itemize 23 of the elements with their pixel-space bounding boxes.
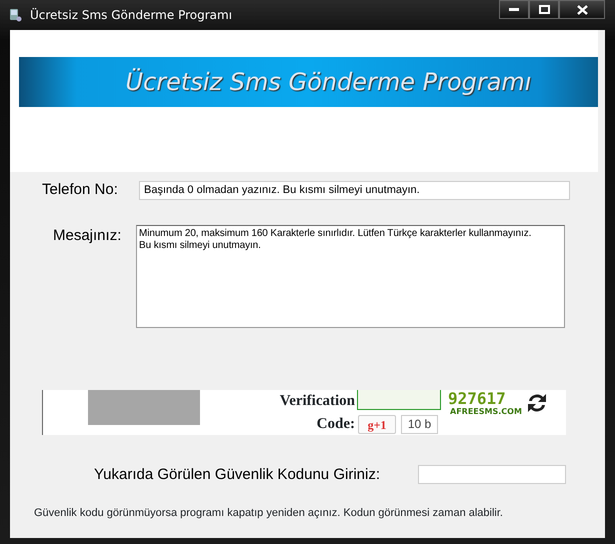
- phone-label: Telefon No:: [42, 180, 119, 200]
- maximize-icon: [538, 5, 550, 14]
- minimize-button[interactable]: [499, 0, 529, 19]
- plus-one-count: 10 b: [401, 414, 438, 434]
- close-icon: [576, 4, 588, 14]
- message-label: Mesajınız:: [53, 226, 122, 246]
- security-label: Yukarıda Görülen Güvenlik Kodunu Giriniz:: [94, 464, 381, 484]
- security-field[interactable]: [418, 465, 566, 484]
- app-icon: [8, 8, 22, 22]
- banner-title: Ücretsiz Sms Gönderme Programı: [124, 67, 532, 98]
- plus-one-button[interactable]: g+1: [358, 414, 396, 434]
- captcha-code: 927617: [448, 390, 506, 408]
- close-button[interactable]: [559, 0, 605, 19]
- refresh-icon[interactable]: [525, 392, 549, 414]
- window-title: Ücretsiz Sms Gönderme Programı: [30, 7, 232, 24]
- captcha-site: AFREESMS.COM: [450, 406, 522, 418]
- maximize-button[interactable]: [529, 0, 559, 19]
- message-field[interactable]: Minumum 20, maksimum 160 Karakterle sınırlıdır. Lütfen Türkçe karakterler kullanmayınız. Bu kısmı silmeyi unutmayın.: [136, 224, 565, 328]
- minimize-icon: [509, 8, 519, 12]
- phone-field[interactable]: Başında 0 olmadan yazınız. Bu kısmı silmeyi unutmayın.: [139, 180, 570, 200]
- note-text: Güvenlik kodu görünmüyorsa programı kapatıp yeniden açınız. Kodun görünmesi zaman alabilir.: [34, 506, 504, 521]
- verification-label: Verification Code:: [278, 392, 355, 434]
- verification-field[interactable]: [357, 390, 441, 410]
